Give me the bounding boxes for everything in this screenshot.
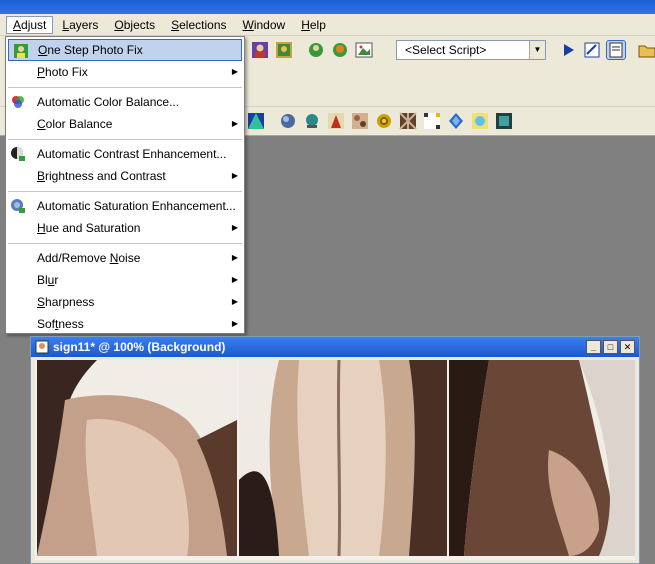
submenu-arrow-icon: ▶ <box>231 253 238 262</box>
menu-item-add-remove-noise[interactable]: Add/Remove Noise ▶ <box>6 247 244 269</box>
green-face-icon[interactable] <box>306 40 326 60</box>
frame-effect-icon[interactable] <box>494 111 514 131</box>
photo-panel-right <box>449 360 635 556</box>
saturation-icon <box>10 198 26 214</box>
corners-effect-icon[interactable] <box>422 111 442 131</box>
crystal-effect-icon[interactable] <box>446 111 466 131</box>
menu-separator <box>8 191 242 192</box>
submenu-arrow-icon: ▶ <box>231 275 238 284</box>
menu-separator <box>8 139 242 140</box>
menu-item-color-balance[interactable]: Color Balance ▶ <box>6 113 244 135</box>
orange-face-icon[interactable] <box>330 40 350 60</box>
menu-bar: Adjust Layers Objects Selections Window … <box>0 14 655 36</box>
submenu-arrow-icon: ▶ <box>231 67 238 76</box>
menu-objects[interactable]: Objects <box>107 16 162 34</box>
menu-selections[interactable]: Selections <box>164 16 233 34</box>
menu-item-brightness-and-contrast[interactable]: Brightness and Contrast ▶ <box>6 165 244 187</box>
menu-item-sharpness[interactable]: Sharpness ▶ <box>6 291 244 313</box>
photo-panel-left <box>37 360 237 556</box>
minimize-icon[interactable]: _ <box>586 340 601 354</box>
run-script-icon[interactable] <box>558 40 578 60</box>
picture-frame-icon[interactable] <box>274 40 294 60</box>
image-window-title-bar[interactable]: sign11* @ 100% (Background) _ □ ✕ <box>31 337 639 357</box>
maximize-icon[interactable]: □ <box>603 340 618 354</box>
one-step-photo-fix-icon <box>13 43 29 59</box>
document-image-icon <box>35 340 49 354</box>
menu-item-automatic-color-balance[interactable]: Automatic Color Balance... <box>6 91 244 113</box>
menu-help[interactable]: Help <box>294 16 333 34</box>
select-script-dropdown[interactable]: <Select Script> ▼ <box>396 40 546 60</box>
menu-adjust[interactable]: Adjust <box>6 15 54 34</box>
edit-script-icon[interactable] <box>582 40 602 60</box>
starburst-effect-icon[interactable] <box>470 111 490 131</box>
menu-item-blur[interactable]: Blur ▶ <box>6 269 244 291</box>
submenu-arrow-icon: ▶ <box>231 297 238 306</box>
menu-item-softness[interactable]: Softness ▶ <box>6 313 244 335</box>
adjust-menu: One Step Photo Fix Photo Fix ▶ Automatic… <box>5 36 245 334</box>
submenu-arrow-icon: ▶ <box>231 171 238 180</box>
gradient-effect-icon[interactable] <box>246 111 266 131</box>
landscape-photo-icon[interactable] <box>354 40 374 60</box>
script-mode-icon[interactable] <box>606 40 626 60</box>
menu-item-automatic-contrast-enhancement[interactable]: Automatic Contrast Enhancement... <box>6 143 244 165</box>
open-folder-icon[interactable] <box>637 40 655 60</box>
color-balance-icon <box>10 94 26 110</box>
photo-panel-middle <box>239 360 447 556</box>
submenu-arrow-icon: ▶ <box>231 119 238 128</box>
target-effect-icon[interactable] <box>374 111 394 131</box>
menu-item-photo-fix[interactable]: Photo Fix ▶ <box>6 61 244 83</box>
contrast-icon <box>10 146 26 162</box>
chevron-down-icon[interactable]: ▼ <box>529 41 545 59</box>
image-window-title: sign11* @ 100% (Background) <box>53 340 226 354</box>
menu-item-hue-and-saturation[interactable]: Hue and Saturation ▶ <box>6 217 244 239</box>
texture-effect-icon[interactable] <box>350 111 370 131</box>
sphere-effect-icon[interactable] <box>302 111 322 131</box>
menu-separator <box>8 243 242 244</box>
person-portrait-icon[interactable] <box>250 40 270 60</box>
image-canvas[interactable] <box>35 360 635 560</box>
close-icon[interactable]: ✕ <box>620 340 635 354</box>
image-window: sign11* @ 100% (Background) _ □ ✕ <box>30 336 640 564</box>
submenu-arrow-icon: ▶ <box>231 223 238 232</box>
menu-item-automatic-saturation-enhancement[interactable]: Automatic Saturation Enhancement... <box>6 195 244 217</box>
app-title-bar <box>0 0 655 14</box>
menu-window[interactable]: Window <box>236 16 293 34</box>
menu-separator <box>8 87 242 88</box>
fire-effect-icon[interactable] <box>326 111 346 131</box>
menu-item-one-step-photo-fix[interactable]: One Step Photo Fix <box>8 39 242 61</box>
globe-effect-icon[interactable] <box>278 111 298 131</box>
submenu-arrow-icon: ▶ <box>231 319 238 328</box>
menu-layers[interactable]: Layers <box>55 16 105 34</box>
weave-effect-icon[interactable] <box>398 111 418 131</box>
